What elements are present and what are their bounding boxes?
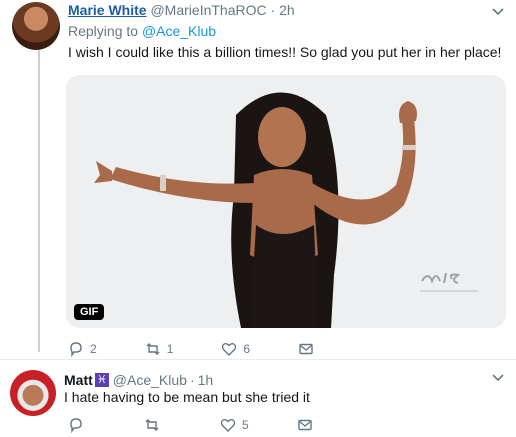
- retweet-icon: [145, 419, 159, 431]
- author-handle[interactable]: @Ace_Klub: [113, 372, 187, 388]
- like-count: 6: [243, 342, 251, 356]
- tweet-matt[interactable]: Matt ♓ @Ace_Klub · 1h I hate having to b…: [0, 360, 516, 437]
- tweet-actions: 5: [68, 416, 367, 434]
- tweet-text: I wish I could like this a billion times…: [68, 44, 502, 60]
- reply-button[interactable]: 2: [68, 340, 97, 358]
- direct-message-button[interactable]: [298, 340, 320, 358]
- like-button[interactable]: 6: [221, 340, 250, 358]
- tweet-marie-white[interactable]: Marie White @MarieInThaROC · 2h Replying…: [0, 0, 516, 360]
- chevron-down-icon[interactable]: [492, 374, 504, 382]
- timestamp[interactable]: 1h: [198, 372, 214, 388]
- reply-icon: [70, 342, 82, 357]
- replying-mention-link[interactable]: @Ace_Klub: [142, 23, 216, 39]
- tweet-header: Matt ♓ @Ace_Klub · 1h: [64, 372, 213, 388]
- replying-label: Replying to: [68, 23, 139, 39]
- gif-media[interactable]: GIF: [66, 75, 506, 328]
- tweet-text: I hate having to be mean but she tried i…: [64, 389, 310, 405]
- heart-icon: [220, 419, 236, 432]
- gif-badge: GIF: [74, 304, 105, 320]
- timestamp[interactable]: 2h: [279, 2, 295, 18]
- reply-icon: [70, 418, 82, 433]
- author-name[interactable]: Matt: [64, 372, 93, 388]
- tweet-actions: 2 1 6: [68, 340, 368, 358]
- chevron-down-icon[interactable]: [492, 8, 504, 16]
- like-count: 5: [242, 418, 249, 432]
- retweet-button[interactable]: [144, 416, 172, 434]
- pisces-emoji: ♓: [94, 373, 109, 387]
- tweet-header: Marie White @MarieInThaROC · 2h: [68, 2, 295, 18]
- separator: ·: [270, 2, 276, 18]
- author-name[interactable]: Marie White: [68, 2, 147, 18]
- retweet-count: 1: [166, 342, 174, 356]
- separator: ·: [189, 372, 195, 388]
- reply-button[interactable]: [68, 416, 96, 434]
- avatar[interactable]: [10, 370, 56, 416]
- reply-count: 2: [90, 342, 97, 356]
- envelope-icon: [297, 419, 312, 431]
- envelope-icon: [299, 343, 313, 355]
- author-handle[interactable]: @MarieInThaROC: [150, 2, 266, 18]
- avatar[interactable]: [12, 2, 60, 50]
- like-button[interactable]: 5: [220, 416, 249, 434]
- direct-message-button[interactable]: [297, 416, 319, 434]
- retweet-button[interactable]: 1: [145, 340, 174, 358]
- heart-icon: [222, 343, 237, 356]
- retweet-icon: [146, 343, 160, 355]
- replying-to: Replying to @Ace_Klub: [68, 23, 216, 39]
- watermark-logo: [418, 267, 492, 302]
